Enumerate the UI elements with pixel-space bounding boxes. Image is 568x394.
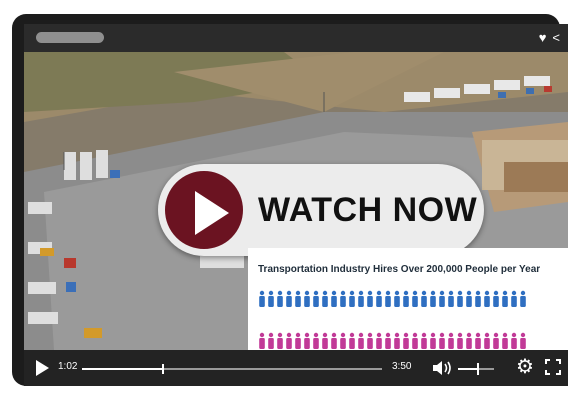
current-time: 1:02 [58, 361, 78, 372]
blue-person-icon [502, 290, 508, 307]
volume-slider[interactable] [458, 363, 494, 375]
volume-icon-svg [433, 361, 451, 375]
duration-time: 3:50 [392, 361, 412, 372]
pink-person-icon [403, 332, 409, 349]
blue-person-icon [277, 290, 283, 307]
play-triangle-icon [195, 191, 229, 235]
progress-handle[interactable] [162, 364, 164, 374]
pink-person-icon [511, 332, 517, 349]
blue-person-icon [421, 290, 427, 307]
play-circle-icon [162, 168, 246, 252]
fullscreen-icon[interactable] [544, 358, 562, 381]
pink-person-icon [259, 332, 265, 349]
blue-person-icon [376, 290, 382, 307]
pink-person-icon [340, 332, 346, 349]
watch-now-button[interactable]: WATCH NOW [158, 164, 484, 256]
blue-person-icons-svg [259, 290, 526, 307]
progress-fill [82, 368, 163, 370]
blue-person-icon [358, 290, 364, 307]
pink-person-icon [493, 332, 499, 349]
blue-people-icons [258, 290, 528, 311]
pink-person-icon [277, 332, 283, 349]
settings-gear-icon[interactable]: ⚙ [516, 357, 534, 377]
blue-person-icon [367, 290, 373, 307]
infographic-panel: Transportation Industry Hires Over 200,0… [248, 248, 568, 350]
pink-person-icon [520, 332, 526, 349]
blue-person-icon [439, 290, 445, 307]
blue-person-icon [430, 290, 436, 307]
blue-person-icon [385, 290, 391, 307]
pink-person-icon [304, 332, 310, 349]
pink-person-icon [466, 332, 472, 349]
blue-person-icon [511, 290, 517, 307]
blue-person-icon [331, 290, 337, 307]
pink-person-icon [457, 332, 463, 349]
player-controls: 1:02 3:50 ⚙ [24, 350, 568, 386]
blue-person-icon [286, 290, 292, 307]
share-icon[interactable]: < [552, 30, 560, 45]
pink-person-icon [313, 332, 319, 349]
video-title-placeholder [36, 32, 104, 43]
pink-person-icons-svg [259, 332, 526, 349]
volume-icon[interactable] [432, 359, 454, 382]
blue-person-icon [457, 290, 463, 307]
pink-person-icon [475, 332, 481, 349]
blue-person-icon [475, 290, 481, 307]
blue-person-icon [340, 290, 346, 307]
infographic-title: Transportation Industry Hires Over 200,0… [258, 264, 541, 275]
blue-person-icon [349, 290, 355, 307]
pink-person-icon [331, 332, 337, 349]
watch-now-label: WATCH NOW [258, 191, 478, 229]
pink-person-icon [430, 332, 436, 349]
play-icon[interactable] [36, 360, 49, 376]
top-icons: ♥ < [533, 30, 560, 46]
blue-person-icon [493, 290, 499, 307]
blue-person-icon [448, 290, 454, 307]
blue-person-icon [484, 290, 490, 307]
volume-fill [458, 368, 478, 370]
blue-person-icon [322, 290, 328, 307]
blue-person-icon [394, 290, 400, 307]
pink-person-icon [349, 332, 355, 349]
pink-person-icon [322, 332, 328, 349]
pink-person-icon [502, 332, 508, 349]
pink-person-icon [295, 332, 301, 349]
pink-person-icon [268, 332, 274, 349]
blue-person-icon [520, 290, 526, 307]
pink-person-icon [439, 332, 445, 349]
pink-person-icon [286, 332, 292, 349]
blue-person-icon [412, 290, 418, 307]
pink-person-icon [376, 332, 382, 349]
blue-person-icon [313, 290, 319, 307]
pink-person-icon [484, 332, 490, 349]
pink-person-icon [448, 332, 454, 349]
blue-person-icon [304, 290, 310, 307]
heart-icon[interactable]: ♥ [539, 30, 547, 45]
blue-person-icon [259, 290, 265, 307]
pink-person-icon [358, 332, 364, 349]
blue-person-icon [268, 290, 274, 307]
volume-handle[interactable] [476, 363, 479, 375]
pink-person-icon [394, 332, 400, 349]
pink-person-icon [367, 332, 373, 349]
video-top-bar: ♥ < [24, 24, 568, 52]
blue-person-icon [403, 290, 409, 307]
progress-bar[interactable] [82, 364, 382, 374]
fullscreen-icon-svg [545, 359, 561, 375]
pink-person-icon [385, 332, 391, 349]
blue-person-icon [466, 290, 472, 307]
pink-person-icon [412, 332, 418, 349]
pink-person-icon [421, 332, 427, 349]
blue-person-icon [295, 290, 301, 307]
